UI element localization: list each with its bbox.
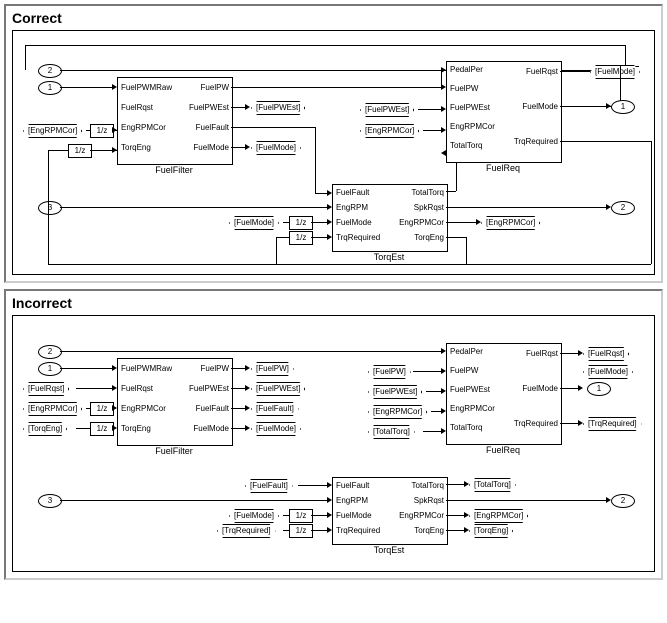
udelay-torqeng: 1/z <box>68 144 92 158</box>
i-from-trqreq: [TrqRequired] <box>217 524 276 538</box>
te-in-2: FuelMode <box>336 218 372 227</box>
i-block-fuelfilter: FuelPWMRaw FuelRqst EngRPMCor TorqEng Fu… <box>117 358 233 446</box>
i-inport-2: 2 <box>38 345 62 359</box>
i-from-fuelmode2: [FuelMode] <box>229 509 279 523</box>
te-out-2: EngRPMCor <box>399 218 444 227</box>
ff-out-3: FuelMode <box>193 143 229 152</box>
i-inport-1: 1 <box>38 362 62 376</box>
i-ud-engrpm: 1/z <box>90 402 114 416</box>
udelay-trqreq: 1/z <box>289 231 313 245</box>
inport-2: 2 <box>38 64 62 78</box>
panel-title-correct: Correct <box>12 10 655 26</box>
inport-3: 3 <box>38 201 62 215</box>
goto-engrpmcor-1: [EngRPMCor] <box>481 216 540 230</box>
te-in-1: EngRPM <box>336 203 368 212</box>
udelay-engrpm: 1/z <box>90 124 114 138</box>
ff-name: FuelFilter <box>155 165 193 175</box>
i-ud-trqreq: 1/z <box>289 524 313 538</box>
i-from-totaltorq: [TotalTorq] <box>368 425 415 439</box>
ff-in-0: FuelPWMRaw <box>121 83 172 92</box>
i-goto-fuelrqst: [FuelRqst] <box>583 347 629 361</box>
i-ud-torqeng: 1/z <box>90 422 114 436</box>
i-goto-engrpmcor: [EngRPMCor] <box>469 509 528 523</box>
te-out-3: TorqEng <box>414 233 444 242</box>
te-name: TorqEst <box>374 252 405 262</box>
i-goto-fuelpw: [FuelPW] <box>251 362 294 376</box>
i-from-engrpmcor: [EngRPMCor] <box>23 402 82 416</box>
from-fuelpwest-2: [FuelPWEst] <box>360 103 414 117</box>
block-fuelfilter: FuelPWMRaw FuelRqst EngRPMCor TorqEng Fu… <box>117 77 233 165</box>
fr-in-0: PedalPer <box>450 65 483 74</box>
ff-out-1: FuelPWEst <box>189 103 229 112</box>
i-from-fuelpw: [FuelPW] <box>368 365 411 379</box>
from-fuelmode-1: [FuelMode] <box>229 216 279 230</box>
i-from-fuelfault: [FuelFault] <box>245 479 293 493</box>
inport-1: 1 <box>38 81 62 95</box>
panel-correct: Correct 2 1 3 [EngRPMCor] 1/z 1/z FuelPW… <box>4 4 663 283</box>
fr-out-0: FuelRqst <box>526 67 558 76</box>
ff-out-2: FuelFault <box>196 123 229 132</box>
i-block-torqest: FuelFault EngRPM FuelMode TrqRequired To… <box>332 477 448 545</box>
i-from-fuelpwest: [FuelPWEst] <box>368 385 422 399</box>
panel-incorrect: Incorrect 2 1 3 [FuelRqst] [EngRPMCor] 1… <box>4 289 663 580</box>
i-goto-fuelfault: [FuelFault] <box>251 402 299 416</box>
from-engrpmcor-1: [EngRPMCor] <box>23 124 82 138</box>
from-engrpmcor-2: [EngRPMCor] <box>360 124 419 138</box>
goto-fuelpwest-1: [FuelPWEst] <box>251 101 305 115</box>
block-fuelreq: PedalPer FuelPW FuelPWEst EngRPMCor Tota… <box>446 61 562 163</box>
i-block-fuelreq: PedalPer FuelPW FuelPWEst EngRPMCor Tota… <box>446 343 562 445</box>
fr-in-4: TotalTorq <box>450 141 482 150</box>
i-goto-totaltorq: [TotalTorq] <box>469 478 516 492</box>
fr-out-1: FuelMode <box>522 102 558 111</box>
udelay-fuelmode: 1/z <box>289 216 313 230</box>
te-out-1: SpkRqst <box>414 203 444 212</box>
outport-2: 2 <box>611 201 635 215</box>
i-from-torqeng: [TorqEng] <box>23 422 67 436</box>
te-in-0: FuelFault <box>336 188 369 197</box>
block-torqest: FuelFault EngRPM FuelMode TrqRequired To… <box>332 184 448 252</box>
ff-in-1: FuelRqst <box>121 103 153 112</box>
i-ud-fuelmode: 1/z <box>289 509 313 523</box>
te-in-3: TrqRequired <box>336 233 380 242</box>
i-goto-fuelmode2: [FuelMode] <box>583 365 633 379</box>
fr-in-2: FuelPWEst <box>450 103 490 112</box>
diagram-incorrect: 2 1 3 [FuelRqst] [EngRPMCor] 1/z [TorqEn… <box>12 315 655 572</box>
i-from-engrpmcor2: [EngRPMCor] <box>368 405 427 419</box>
fr-in-1: FuelPW <box>450 84 478 93</box>
fr-name: FuelReq <box>486 163 520 173</box>
i-goto-fuelpwest: [FuelPWEst] <box>251 382 305 396</box>
fr-in-3: EngRPMCor <box>450 122 495 131</box>
i-goto-fuelmode: [FuelMode] <box>251 422 301 436</box>
goto-fuelmode-1: [FuelMode] <box>251 141 301 155</box>
ff-in-2: EngRPMCor <box>121 123 166 132</box>
ff-in-3: TorqEng <box>121 143 151 152</box>
i-outport-2: 2 <box>611 494 635 508</box>
i-from-fuelrqst: [FuelRqst] <box>23 382 69 396</box>
i-outport-1: 1 <box>587 382 611 396</box>
i-goto-trqreq: [TrqRequired] <box>583 417 642 431</box>
outport-1: 1 <box>611 100 635 114</box>
panel-title-incorrect: Incorrect <box>12 295 655 311</box>
i-goto-torqeng: [TorqEng] <box>469 524 513 538</box>
goto-fuelmode-2: [FuelMode] <box>590 65 640 79</box>
fr-out-2: TrqRequired <box>514 137 558 146</box>
te-out-0: TotalTorq <box>412 188 444 197</box>
diagram-correct: 2 1 3 [EngRPMCor] 1/z 1/z FuelPWMRaw Fue… <box>12 30 655 275</box>
ff-out-0: FuelPW <box>201 83 229 92</box>
i-inport-3: 3 <box>38 494 62 508</box>
